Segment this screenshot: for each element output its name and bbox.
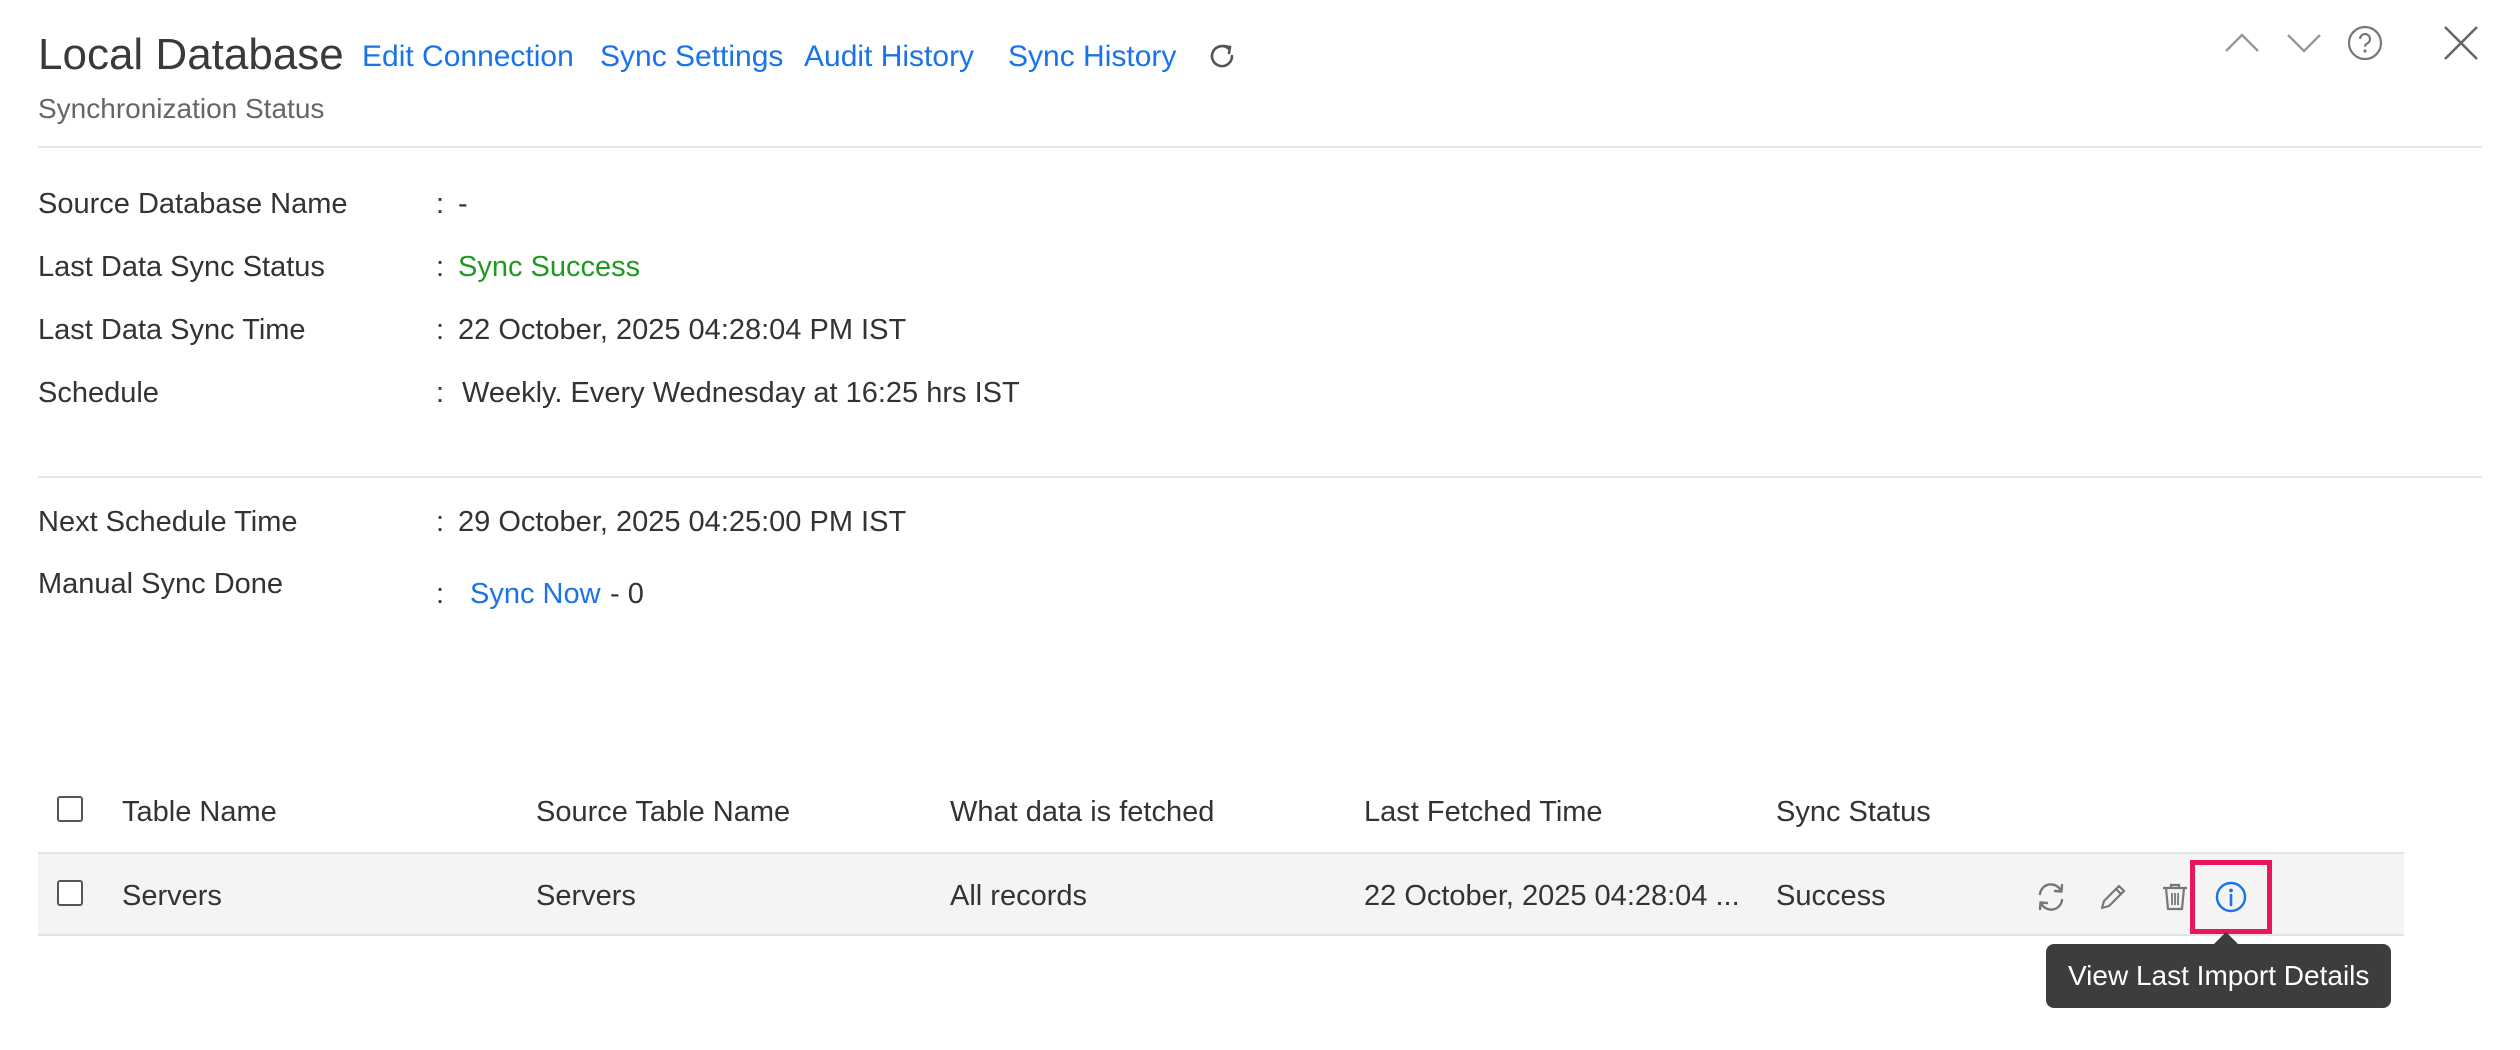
tooltip-arrow <box>2214 932 2238 944</box>
select-all-checkbox[interactable] <box>57 796 83 822</box>
chevron-up-icon[interactable] <box>2220 22 2264 62</box>
row-checkbox[interactable] <box>57 880 83 906</box>
next-schedule-label: Next Schedule Time <box>38 506 298 538</box>
edit-icon[interactable] <box>2092 876 2134 918</box>
cell-table-name: Servers <box>122 880 222 912</box>
colon: : <box>436 506 445 538</box>
cell-sync-status: Success <box>1776 880 1886 912</box>
tooltip: View Last Import Details <box>2046 944 2392 1008</box>
last-sync-time-value: 22 October, 2025 04:28:04 PM IST <box>458 314 907 346</box>
colon: : <box>436 578 445 610</box>
audit-history-link[interactable]: Audit History <box>804 38 974 76</box>
column-header-sync-status: Sync Status <box>1776 796 1931 828</box>
last-sync-status-label: Last Data Sync Status <box>38 251 325 283</box>
sync-icon[interactable] <box>2030 876 2072 918</box>
manual-sync-count: - 0 <box>610 578 644 610</box>
column-header-table-name: Table Name <box>122 796 277 828</box>
manual-sync-label: Manual Sync Done <box>38 568 284 600</box>
page-title: Local Database <box>38 30 344 79</box>
cell-source-table-name: Servers <box>536 880 636 912</box>
edit-connection-link[interactable]: Edit Connection <box>362 38 574 76</box>
last-sync-status-value: Sync Success <box>458 251 641 283</box>
help-icon[interactable] <box>2344 22 2386 64</box>
page-subtitle: Synchronization Status <box>38 93 325 124</box>
sync-history-link[interactable]: Sync History <box>1008 38 1176 76</box>
divider <box>38 146 2482 148</box>
schedule-value: Weekly. Every Wednesday at 16:25 hrs IST <box>462 377 1020 409</box>
last-sync-time-label: Last Data Sync Time <box>38 314 306 346</box>
source-db-label: Source Database Name <box>38 188 348 220</box>
refresh-icon[interactable] <box>1202 36 1242 76</box>
source-db-value: - <box>458 188 468 220</box>
sync-now-link[interactable]: Sync Now <box>470 576 601 612</box>
colon: : <box>436 251 445 283</box>
colon: : <box>436 314 445 346</box>
divider <box>38 476 2482 478</box>
chevron-down-icon[interactable] <box>2282 22 2326 62</box>
sync-settings-link[interactable]: Sync Settings <box>600 38 783 76</box>
column-header-source-table-name: Source Table Name <box>536 796 791 828</box>
column-header-last-fetched-time: Last Fetched Time <box>1364 796 1603 828</box>
column-header-data-fetched: What data is fetched <box>950 796 1215 828</box>
cell-data-fetched: All records <box>950 880 1087 912</box>
cell-last-fetched-time: 22 October, 2025 04:28:04 ... <box>1364 880 1740 912</box>
next-schedule-value: 29 October, 2025 04:25:00 PM IST <box>458 506 907 538</box>
info-icon-highlight <box>2190 860 2272 934</box>
schedule-label: Schedule <box>38 377 159 409</box>
colon: : <box>436 377 445 409</box>
close-icon[interactable] <box>2438 20 2484 66</box>
colon: : <box>436 188 445 220</box>
